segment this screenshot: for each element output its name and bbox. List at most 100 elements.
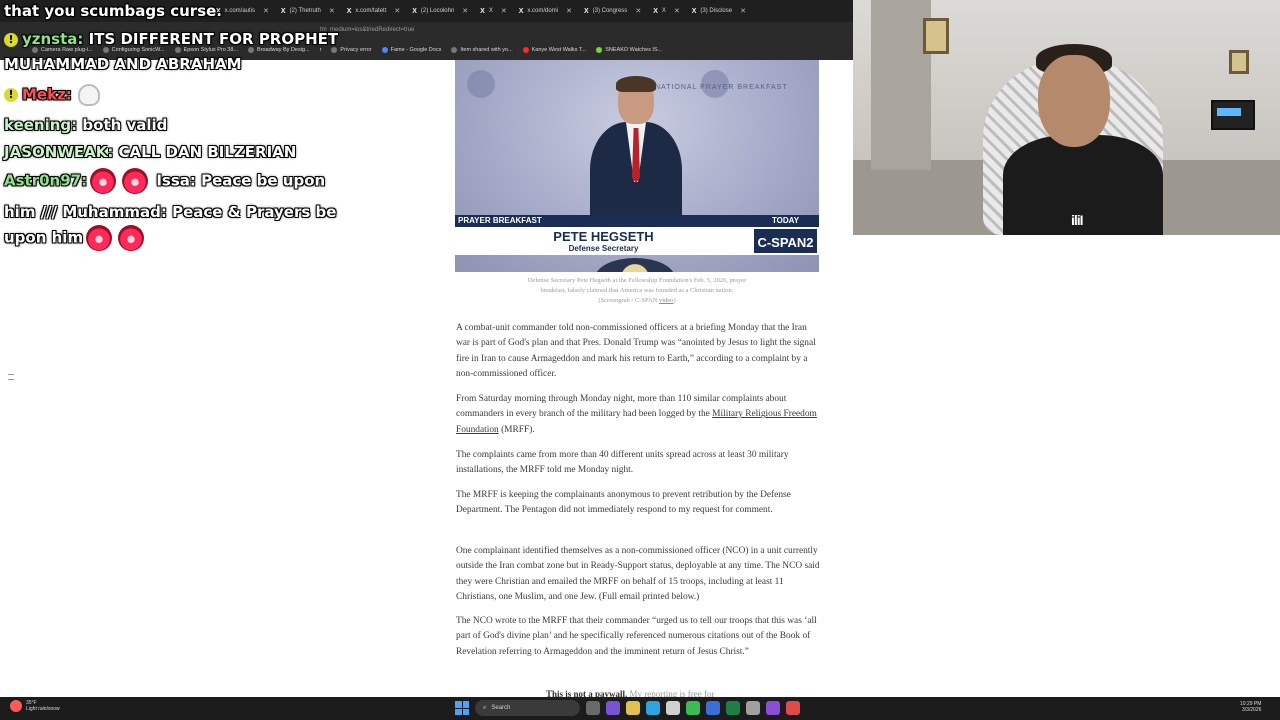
close-icon[interactable]: ✕ bbox=[674, 7, 680, 15]
bookmark-item[interactable]: SNEAKO Watches IS... bbox=[596, 47, 662, 53]
chat-message: MUHAMMAD AND ABRAHAM bbox=[4, 55, 242, 73]
siren-emote-icon bbox=[90, 168, 117, 194]
close-icon[interactable]: ✕ bbox=[263, 7, 269, 15]
weather-widget[interactable]: 35°F Light rain/snow bbox=[10, 700, 60, 712]
browser-tab[interactable]: Xx.com/domi ✕ bbox=[513, 0, 578, 22]
event-label: PRAYER BREAKFAST bbox=[455, 215, 752, 227]
chat-username: JASONWEAK: bbox=[4, 143, 114, 161]
browser-tab[interactable]: X X ✕ bbox=[647, 0, 686, 22]
x-logo-icon: X bbox=[583, 7, 589, 15]
screen: Xx.com/autis ✕ X (2) Thetruth ✕ Xx.com/tate… bbox=[0, 0, 1280, 720]
browser-tab[interactable]: X (2) Thetruth ✕ bbox=[275, 0, 341, 22]
chat-message: ! Mekz: bbox=[4, 84, 100, 106]
speaker-nameplate: PETE HEGSETH Defense Secretary bbox=[455, 227, 752, 255]
article-hero-image[interactable]: NATIONAL PRAYER BREAKFAST PRAYER BREAKFA… bbox=[455, 60, 819, 272]
ghost-emote-icon bbox=[77, 84, 100, 106]
article-paragraph: From Saturday morning through Monday nig… bbox=[456, 394, 817, 435]
weather-icon bbox=[10, 700, 22, 712]
tv-lower-third: PRAYER BREAKFAST TODAY PETE HEGSETH Defe… bbox=[455, 215, 819, 258]
article-paragraph: The complaints came from more than 40 di… bbox=[456, 450, 789, 476]
wall-frame bbox=[1229, 50, 1249, 74]
task-view-icon[interactable] bbox=[586, 701, 600, 715]
monitor bbox=[1211, 100, 1255, 130]
chat-message: him /// Muhammad: Peace & Prayers be bbox=[4, 203, 337, 221]
chat-message: upon him bbox=[4, 225, 147, 251]
app-icon[interactable] bbox=[606, 701, 620, 715]
browser-tab[interactable]: X (2) Locolohn ✕ bbox=[406, 0, 474, 22]
chat-username: Astr0n97: bbox=[4, 171, 88, 190]
chrome-icon[interactable] bbox=[686, 701, 700, 715]
bookmark-item[interactable]: Item shared with yo... bbox=[451, 47, 513, 53]
browser-tab[interactable]: X X ✕ bbox=[474, 0, 513, 22]
article-paragraph: One complainant identified themselves as… bbox=[456, 546, 820, 602]
chat-message: that you scumbags curse. bbox=[4, 2, 222, 20]
close-icon[interactable]: ✕ bbox=[462, 7, 468, 15]
streamer-torso bbox=[1003, 135, 1163, 235]
siren-emote-icon bbox=[86, 225, 113, 251]
webcam-feed: iliI bbox=[853, 0, 1280, 235]
windows-start-icon[interactable] bbox=[455, 701, 469, 715]
excel-icon[interactable] bbox=[726, 701, 740, 715]
app-icon[interactable] bbox=[746, 701, 760, 715]
rumble-icon bbox=[596, 47, 603, 53]
x-logo-icon: X bbox=[346, 7, 352, 15]
app-icon[interactable] bbox=[786, 701, 800, 715]
chat-message: keening: both valid bbox=[4, 116, 168, 134]
close-icon[interactable]: ✕ bbox=[501, 7, 507, 15]
x-logo-icon: X bbox=[653, 7, 658, 15]
video-link[interactable]: video bbox=[659, 297, 673, 304]
x-logo-icon: X bbox=[691, 7, 697, 15]
streamer-face bbox=[1038, 55, 1110, 147]
app-icon[interactable] bbox=[766, 701, 780, 715]
shirt-logo: iliI bbox=[1071, 212, 1084, 228]
browser-tab[interactable]: X (3) Disclose ✕ bbox=[686, 0, 752, 22]
close-icon[interactable]: ✕ bbox=[329, 7, 335, 15]
x-logo-icon: X bbox=[518, 7, 524, 15]
chat-message: JASONWEAK: CALL DAN BILZERIAN bbox=[4, 143, 297, 161]
article-paragraph: The NCO wrote to the MRFF that their com… bbox=[456, 616, 817, 657]
article-paragraph: A combat-unit commander told non-commiss… bbox=[456, 323, 816, 379]
cspan-logo: C-SPAN2 bbox=[752, 227, 819, 255]
speaker-title: Defense Secretary bbox=[568, 244, 639, 253]
windows-taskbar: 35°F Light rain/snow ⌕ Search 10:29 PM 3/3/… bbox=[0, 697, 1280, 720]
chat-message: Astr0n97: Issa: Peace be upon bbox=[4, 168, 325, 194]
search-icon: ⌕ bbox=[483, 704, 487, 711]
chat-username: Mekz: bbox=[22, 85, 72, 104]
chat-message: ! yznsta: ITS DIFFERENT FOR PROPHET bbox=[4, 30, 338, 48]
file-explorer-icon[interactable] bbox=[626, 701, 640, 715]
wall-frame bbox=[923, 18, 949, 54]
close-icon[interactable]: ✕ bbox=[635, 7, 641, 15]
moderator-badge-icon: ! bbox=[4, 32, 18, 47]
store-icon[interactable] bbox=[666, 701, 680, 715]
app-icon[interactable] bbox=[706, 701, 720, 715]
browser-tab[interactable]: Xx.com/tatett ✕ bbox=[341, 0, 407, 22]
system-clock[interactable]: 10:29 PM 3/3/2026 bbox=[1240, 701, 1261, 713]
google-docs-icon bbox=[381, 47, 388, 53]
taskbar-search[interactable]: ⌕ Search bbox=[475, 700, 580, 716]
browser-tab[interactable]: X (3) Congress ✕ bbox=[578, 0, 647, 22]
seal-icon bbox=[467, 70, 495, 98]
speaker-figure bbox=[590, 76, 682, 242]
close-icon[interactable]: ✕ bbox=[566, 7, 572, 15]
youtube-icon bbox=[522, 47, 529, 53]
bookmark-icon bbox=[451, 47, 458, 53]
close-icon[interactable]: ✕ bbox=[394, 7, 400, 15]
image-caption: Defense Secretary Pete Hegseth at the Fe… bbox=[527, 277, 747, 304]
taskbar-apps: ⌕ Search bbox=[455, 700, 800, 716]
today-label: TODAY bbox=[752, 215, 819, 227]
podium-seal-icon bbox=[595, 258, 675, 272]
x-logo-icon: X bbox=[480, 7, 485, 15]
chat-username: keening: bbox=[4, 116, 78, 134]
scroll-marker bbox=[8, 374, 14, 380]
siren-emote-icon bbox=[122, 168, 149, 194]
bookmark-item[interactable]: Fame - Google Docs bbox=[381, 47, 441, 53]
moderator-badge-icon: ! bbox=[4, 88, 18, 102]
chat-username: yznsta: bbox=[22, 30, 84, 48]
edge-icon[interactable] bbox=[646, 701, 660, 715]
bookmark-item[interactable]: Kanye West Walks T... bbox=[522, 47, 586, 53]
x-logo-icon: X bbox=[412, 7, 417, 15]
siren-emote-icon bbox=[118, 225, 145, 251]
x-logo-icon: X bbox=[280, 7, 286, 15]
article-paragraph: The MRFF is keeping the complainants ano… bbox=[456, 490, 791, 516]
close-icon[interactable]: ✕ bbox=[740, 7, 746, 15]
